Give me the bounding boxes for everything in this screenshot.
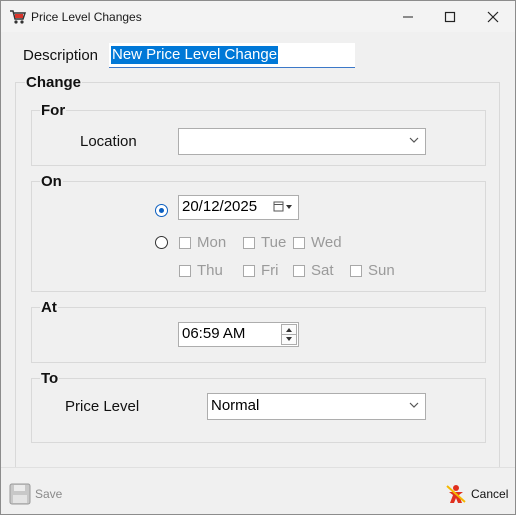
at-group-label: At bbox=[40, 299, 58, 316]
save-button-label: Save bbox=[35, 487, 63, 501]
close-button[interactable] bbox=[471, 1, 515, 32]
chevron-down-icon bbox=[409, 137, 419, 143]
maximize-button[interactable] bbox=[428, 1, 472, 32]
day-label-mon: Mon bbox=[197, 234, 227, 251]
specific-date-radio[interactable] bbox=[155, 204, 168, 217]
calendar-dropdown-icon[interactable] bbox=[273, 201, 295, 213]
day-label-sat: Sat bbox=[311, 262, 334, 279]
weekdays-radio[interactable] bbox=[155, 236, 168, 249]
day-label-sun: Sun bbox=[368, 262, 395, 279]
day-label-thu: Thu bbox=[197, 262, 223, 279]
spin-up-icon[interactable] bbox=[284, 326, 294, 334]
location-combo[interactable] bbox=[178, 128, 426, 155]
checkbox-mon[interactable] bbox=[179, 237, 191, 249]
description-label: Description bbox=[23, 47, 99, 64]
description-field[interactable]: New Price Level Change bbox=[109, 43, 355, 68]
price-level-value: Normal bbox=[211, 397, 260, 414]
price-level-label: Price Level bbox=[65, 398, 140, 415]
description-value: New Price Level Change bbox=[111, 46, 279, 64]
time-spinner[interactable] bbox=[281, 324, 297, 345]
date-value: 20/12/2025 bbox=[182, 198, 258, 215]
price-level-combo[interactable]: Normal bbox=[207, 393, 426, 420]
day-label-wed: Wed bbox=[311, 234, 342, 251]
on-group-label: On bbox=[40, 173, 63, 190]
to-group-label: To bbox=[40, 370, 60, 387]
checkbox-fri[interactable] bbox=[243, 265, 255, 277]
cart-icon bbox=[10, 10, 27, 24]
price-level-changes-window: Price Level Changes Description New Pric… bbox=[0, 0, 516, 515]
title-bar: Price Level Changes bbox=[1, 1, 515, 32]
maximize-icon bbox=[444, 11, 456, 22]
time-picker[interactable]: 06:59 AM bbox=[178, 322, 299, 347]
minimize-icon bbox=[403, 16, 413, 17]
save-button[interactable]: Save bbox=[9, 483, 62, 505]
window-title: Price Level Changes bbox=[31, 10, 142, 24]
close-icon bbox=[487, 11, 499, 22]
spin-down-icon[interactable] bbox=[284, 335, 294, 343]
time-value: 06:59 AM bbox=[182, 325, 246, 342]
location-label: Location bbox=[80, 133, 137, 150]
minimize-button[interactable] bbox=[386, 1, 430, 32]
day-label-tue: Tue bbox=[261, 234, 287, 251]
change-group-label: Change bbox=[25, 74, 83, 91]
date-picker[interactable]: 20/12/2025 bbox=[178, 195, 299, 220]
chevron-down-icon bbox=[409, 402, 419, 408]
cancel-button-label: Cancel bbox=[471, 487, 509, 501]
day-label-fri: Fri bbox=[261, 262, 279, 279]
checkbox-tue[interactable] bbox=[243, 237, 255, 249]
floppy-disk-icon bbox=[9, 483, 31, 505]
checkbox-sat[interactable] bbox=[293, 265, 305, 277]
checkbox-wed[interactable] bbox=[293, 237, 305, 249]
dialog-body: Description New Price Level Change Chang… bbox=[1, 32, 515, 471]
checkbox-thu[interactable] bbox=[179, 265, 191, 277]
checkbox-sun[interactable] bbox=[350, 265, 362, 277]
cancel-person-icon bbox=[446, 485, 466, 503]
footer-toolbar: Save Cancel bbox=[1, 467, 515, 514]
for-group-label: For bbox=[40, 102, 67, 119]
cancel-button[interactable]: Cancel bbox=[445, 483, 508, 505]
